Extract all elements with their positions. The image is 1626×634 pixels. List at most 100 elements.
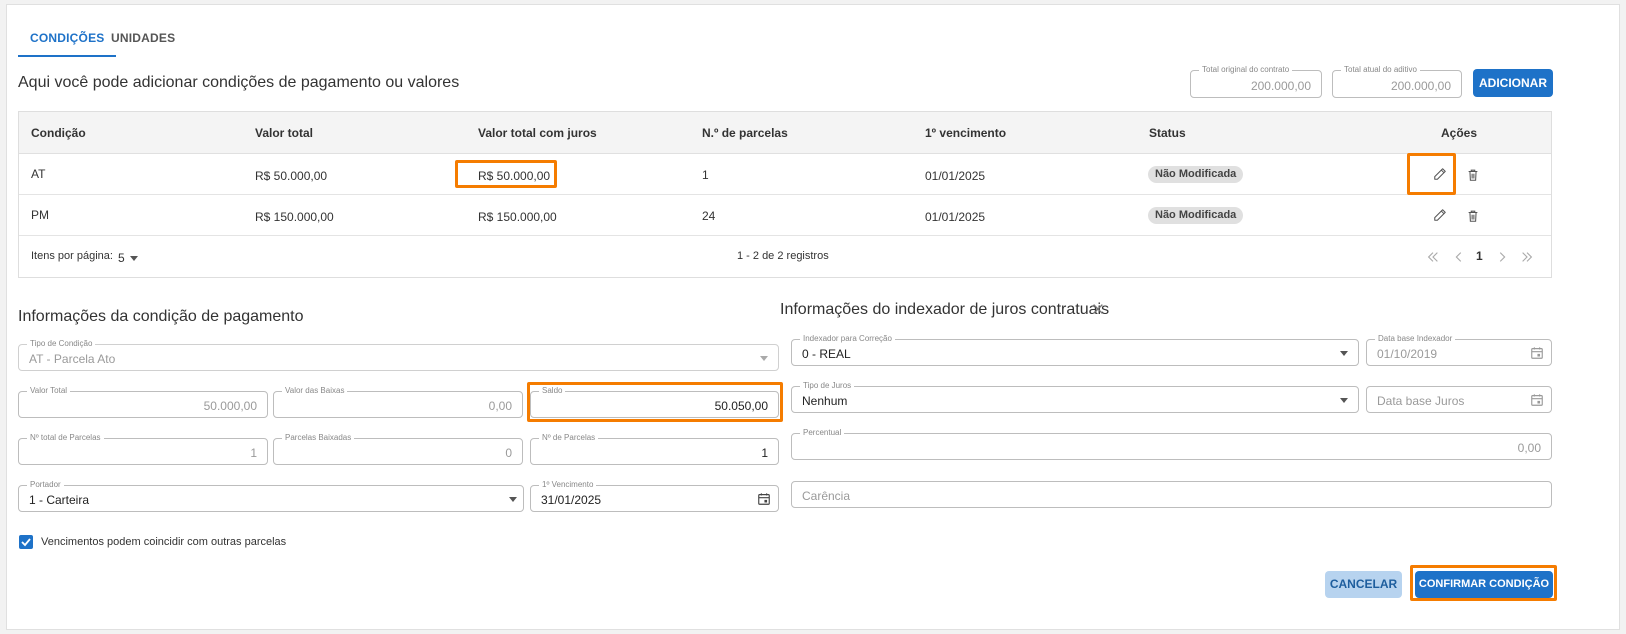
tipo-condicao-value: AT - Parcela Ato [29,352,116,366]
column-header: Valor total [255,126,314,140]
saldo-field[interactable]: Saldo 50.050,00 [530,385,779,418]
conditions-table: Condição Valor total Valor total com jur… [18,111,1552,278]
percentual-label: Percentual [800,427,845,439]
tipo-juros-select[interactable]: Tipo de Juros Nenhum [791,380,1359,413]
next-page-icon[interactable] [1495,250,1509,264]
indexer-section-title: Informações do indexador de juros contra… [780,301,1110,318]
portador-value: 1 - Carteira [29,493,90,507]
cell-condicao: AT [31,167,46,181]
vencimento-label: 1º Vencimento [539,479,597,491]
cell-valor-juros: R$ 50.000,00 [478,169,551,183]
column-header: Valor total com juros [478,126,597,140]
first-page-icon[interactable] [1426,250,1440,264]
data-base-juros-field[interactable]: Data base Juros [1366,386,1552,413]
records-range: 1 - 2 de 2 registros [737,250,829,262]
edit-icon[interactable] [1433,167,1447,181]
parcelas-baixadas-field[interactable]: Parcelas Baixadas 0 [273,432,523,465]
valor-baixas-value: 0,00 [488,399,512,413]
column-header: Condição [31,126,86,140]
calendar-icon[interactable] [1530,393,1544,407]
table-row[interactable]: PM R$ 150.000,00 R$ 150.000,00 24 01/01/… [19,195,1551,236]
chevron-down-icon [509,497,517,502]
cell-vencimento: 01/01/2025 [925,169,986,183]
portador-select[interactable]: Portador 1 - Carteira [18,479,524,512]
cell-valor-total: R$ 150.000,00 [255,210,334,224]
chevron-down-icon [130,256,138,261]
total-parcelas-label: Nº total de Parcelas [27,432,104,444]
delete-icon[interactable] [1466,209,1480,223]
chevron-down-icon [760,356,768,361]
data-base-juros-placeholder: Data base Juros [1377,394,1465,408]
cell-vencimento: 01/01/2025 [925,210,986,224]
column-header: N.º de parcelas [702,126,788,140]
tipo-juros-label: Tipo de Juros [800,380,855,392]
num-parcelas-field[interactable]: Nº de Parcelas 1 [530,432,779,465]
confirm-condition-button[interactable]: CONFIRMAR CONDIÇÃO [1415,571,1553,598]
page-title: Aqui você pode adicionar condições de pa… [18,74,460,91]
indexador-value: 0 - REAL [802,347,851,361]
edit-icon[interactable] [1433,208,1447,222]
items-per-page-value: 5 [118,251,125,265]
indexador-label: Indexador para Correção [800,333,895,345]
parcelas-baixadas-label: Parcelas Baixadas [282,432,355,444]
table-row[interactable]: AT R$ 50.000,00 R$ 50.000,00 1 01/01/202… [19,154,1551,195]
total-atual-field: Total atual do aditivo 200.000,00 [1332,64,1462,98]
table-pagination: Itens por página: 5 1 - 2 de 2 registros… [19,236,1551,278]
cell-condicao: PM [31,208,49,222]
tipo-condicao-select[interactable]: Tipo de Condição AT - Parcela Ato [18,338,779,371]
portador-label: Portador [27,479,64,491]
status-badge: Não Modificada [1148,207,1244,224]
calendar-icon[interactable] [1530,346,1544,360]
vencimento-field[interactable]: 1º Vencimento 31/01/2025 [530,479,779,512]
total-original-label: Total original do contrato [1199,64,1293,76]
chevron-down-icon [1340,351,1348,356]
status-badge: Não Modificada [1148,166,1244,183]
add-button[interactable]: ADICIONAR [1473,69,1553,97]
tipo-juros-value: Nenhum [802,394,848,408]
carencia-field[interactable]: Carência [791,481,1552,508]
payment-section-title: Informações da condição de pagamento [18,308,304,325]
carencia-placeholder: Carência [802,489,851,503]
delete-icon[interactable] [1466,168,1480,182]
valor-baixas-label: Valor das Baixas [282,385,348,397]
valor-total-value: 50.000,00 [203,399,257,413]
indexador-select[interactable]: Indexador para Correção 0 - REAL [791,333,1359,366]
vencimento-value: 31/01/2025 [541,493,602,507]
cancel-button[interactable]: CANCELAR [1325,571,1402,598]
previous-page-icon[interactable] [1452,250,1466,264]
total-atual-label: Total atual do aditivo [1341,64,1420,76]
valor-total-field[interactable]: Valor Total 50.000,00 [18,385,268,418]
items-per-page-label: Itens por página: [31,250,113,262]
percentual-value: 0,00 [1517,441,1541,455]
data-base-indexador-label: Data base Indexador [1375,333,1456,345]
total-parcelas-field[interactable]: Nº total de Parcelas 1 [18,432,268,465]
main-card: CONDIÇÕES UNIDADES Aqui você pode adicio… [6,4,1620,630]
tab-unidades[interactable]: UNIDADES [99,23,187,57]
valor-total-label: Valor Total [27,385,71,397]
cell-valor-juros: R$ 150.000,00 [478,210,557,224]
coincidir-checkbox[interactable] [19,535,33,549]
cell-valor-total: R$ 50.000,00 [255,169,328,183]
parcelas-baixadas-value: 0 [505,446,512,460]
valor-baixas-field[interactable]: Valor das Baixas 0,00 [273,385,523,418]
percentual-field[interactable]: Percentual 0,00 [791,427,1552,460]
saldo-label: Saldo [539,385,566,397]
num-parcelas-value: 1 [761,446,768,460]
current-page[interactable]: 1 [1476,249,1483,263]
items-per-page-select[interactable]: 5 [118,248,144,266]
data-base-indexador-field[interactable]: Data base Indexador 01/10/2019 [1366,333,1552,366]
cell-parcelas: 24 [702,209,716,223]
column-header: 1º vencimento [925,126,1007,140]
close-icon[interactable] [1091,302,1105,316]
last-page-icon[interactable] [1520,250,1534,264]
calendar-icon[interactable] [757,492,771,506]
total-original-value: 200.000,00 [1250,79,1311,93]
chevron-down-icon [1340,398,1348,403]
num-parcelas-label: Nº de Parcelas [539,432,599,444]
column-header: Status [1149,126,1186,140]
coincidir-label: Vencimentos podem coincidir com outras p… [41,536,287,548]
check-icon [21,538,31,547]
data-base-indexador-value: 01/10/2019 [1377,347,1438,361]
column-header: Ações [1441,126,1478,140]
total-atual-value: 200.000,00 [1390,79,1451,93]
